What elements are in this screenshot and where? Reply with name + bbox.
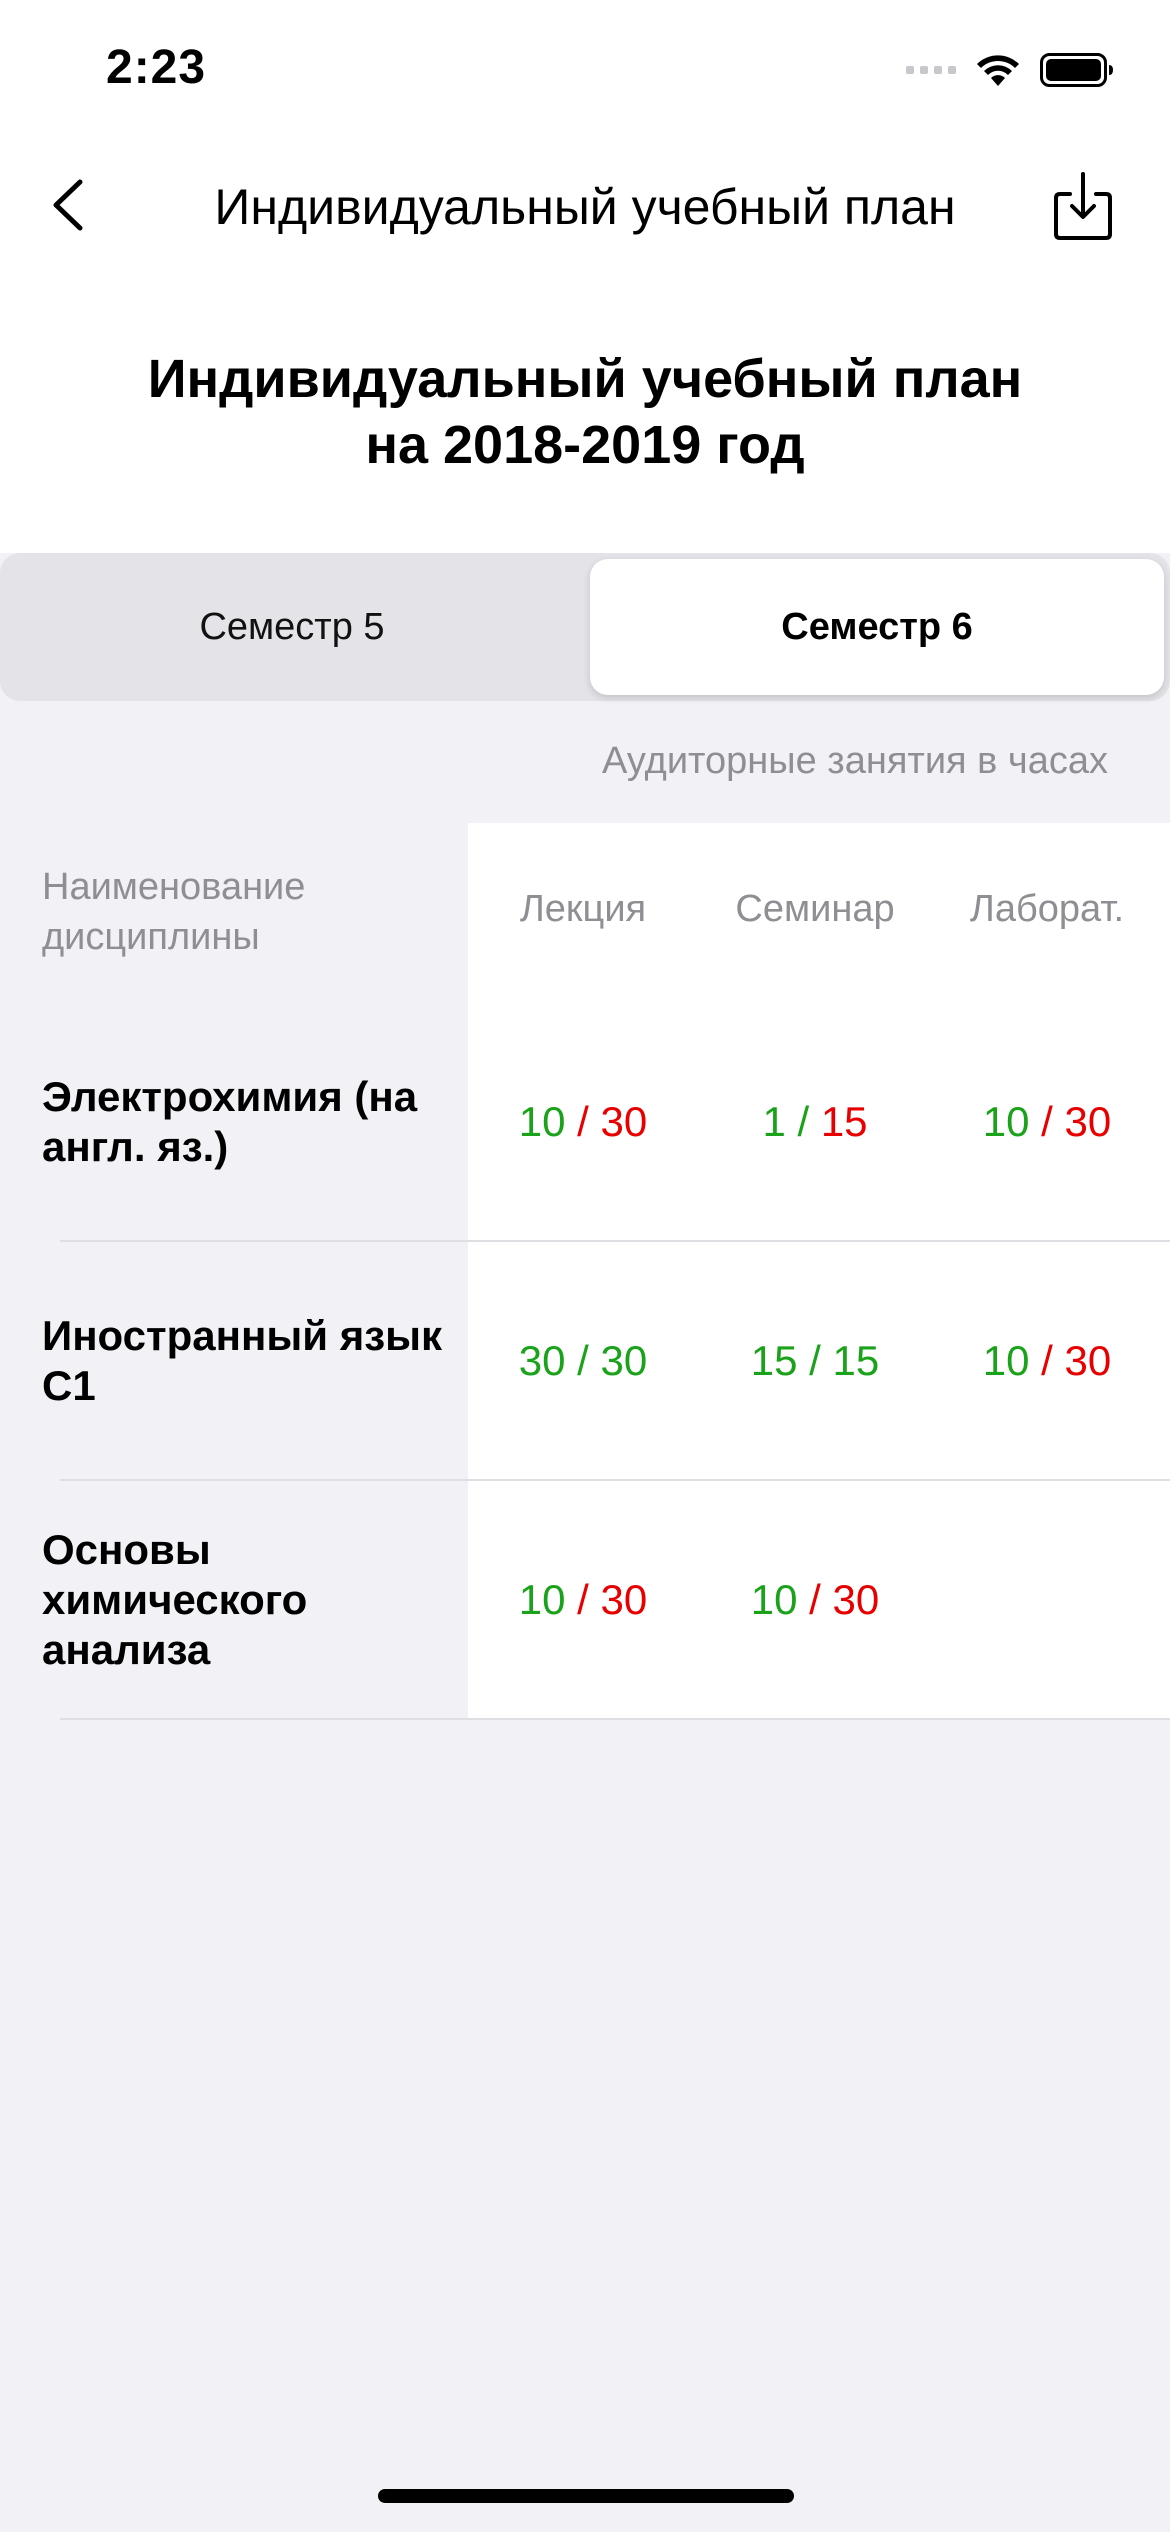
discipline-name: Основы химического анализа <box>42 1526 308 1673</box>
tab-semester-5[interactable]: Семестр 5 <box>6 559 578 695</box>
seminar-hours: 15 / 15 <box>750 1337 880 1384</box>
nav-title: Индивидуальный учебный план <box>214 179 956 235</box>
seminar-hours: 1 / 15 <box>762 1098 868 1145</box>
wifi-icon <box>977 55 1019 86</box>
table-row: Иностранный язык С1 30 / 30 15 / 15 10 /… <box>0 1241 1170 1481</box>
semester-segmented-control: Семестр 5 Семестр 6 <box>0 553 1170 701</box>
table-row: Основы химического анализа 10 / 30 10 / … <box>0 1480 1170 1720</box>
table-caption: Аудиторные занятия в часах <box>602 740 1108 782</box>
home-indicator[interactable] <box>378 2489 794 2503</box>
lecture-hours: 10 / 30 <box>518 1098 648 1145</box>
row-divider <box>60 1718 1170 1720</box>
status-time: 2:23 <box>106 41 207 94</box>
column-header-lab: Лаборат. <box>969 888 1125 930</box>
column-header-lecture: Лекция <box>519 888 647 930</box>
discipline-name: Иностранный язык С1 <box>42 1312 442 1409</box>
cellular-signal-icon <box>906 66 956 74</box>
lab-hours: 10 / 30 <box>982 1337 1112 1384</box>
column-header-name: Наименование дисциплины <box>42 866 306 958</box>
lecture-hours: 30 / 30 <box>518 1337 648 1384</box>
status-icons <box>906 52 1114 88</box>
column-header-seminar: Семинар <box>735 888 895 930</box>
battery-icon <box>1040 53 1113 87</box>
seminar-hours: 10 / 30 <box>750 1576 880 1623</box>
tab-semester-6[interactable]: Семестр 6 <box>590 559 1164 695</box>
lecture-hours: 10 / 30 <box>518 1576 648 1623</box>
page-title-line-1: Индивидуальный учебный план <box>147 349 1023 409</box>
discipline-name: Электрохимия (на англ. яз.) <box>42 1073 418 1170</box>
page-title-line-2: на 2018-2019 год <box>365 415 805 475</box>
download-icon[interactable] <box>1050 168 1116 244</box>
table-row: Электрохимия (на англ. яз.) 10 / 30 1 / … <box>0 1002 1170 1242</box>
lab-hours: 10 / 30 <box>982 1098 1112 1145</box>
